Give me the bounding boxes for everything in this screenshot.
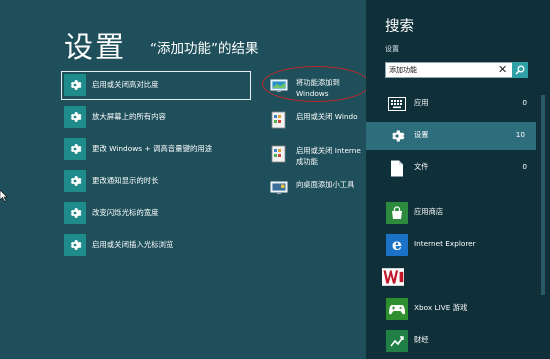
gear-icon — [64, 138, 86, 160]
scope-count: 10 — [515, 130, 525, 139]
search-scope-label: 设置 — [385, 45, 399, 53]
result-label: 更改通知显示的时长 — [92, 176, 159, 185]
result-add-features[interactable]: 将功能添加到 Windows — [270, 74, 370, 102]
results-column-2: 将功能添加到 Windows 启用或关闭 Windo 启用或关闭 Interne… — [270, 74, 370, 210]
result-label: 向桌面添加小工具 — [296, 180, 355, 189]
search-title: 搜索 — [385, 19, 414, 35]
result-desktop-gadgets[interactable]: 向桌面添加小工具 — [270, 176, 370, 204]
file-icon — [386, 157, 408, 179]
result-label: 启用或关闭 Interne 成功能 — [296, 146, 361, 166]
scope-label: 设置 — [414, 130, 429, 139]
app-label: Xbox LIVE 游戏 — [414, 303, 468, 312]
result-notification-time[interactable]: 更改通知显示的时长 — [62, 168, 250, 195]
store-icon — [386, 202, 408, 224]
app-partial-logo[interactable] — [381, 262, 531, 294]
result-internet-features[interactable]: 启用或关闭 Interne 成功能 — [270, 142, 370, 170]
result-label: 改变闪烁光标的宽度 — [92, 208, 159, 217]
w-logo-icon — [382, 266, 404, 288]
result-volume-key[interactable]: 更改 Windows + 调高音量键的用途 — [62, 136, 250, 163]
finance-chart-icon — [386, 330, 408, 352]
app-label: 财经 — [414, 335, 429, 344]
gear-icon — [64, 202, 86, 224]
result-label: 将功能添加到 Windows — [296, 78, 340, 98]
app-finance[interactable]: 财经 — [381, 326, 531, 358]
gear-icon — [64, 106, 86, 128]
scope-settings[interactable]: 设置 10 — [366, 122, 536, 150]
xbox-controller-icon — [386, 298, 408, 320]
search-charm-pane: 搜索 设置 ✕ 应用 0 设置 10 文件 0 应用商店 — [366, 0, 550, 359]
keyboard-icon — [386, 93, 408, 115]
app-internet-explorer[interactable]: e Internet Explorer — [381, 230, 531, 262]
app-xbox-live[interactable]: Xbox LIVE 游戏 — [381, 294, 531, 326]
result-label: 放大屏幕上的所有内容 — [92, 112, 166, 121]
scope-count: 0 — [522, 162, 527, 171]
features-window-icon — [270, 145, 288, 163]
result-magnify-screen[interactable]: 放大屏幕上的所有内容 — [62, 104, 250, 131]
result-cursor-width[interactable]: 改变闪烁光标的宽度 — [62, 200, 250, 227]
app-list: 应用商店 e Internet Explorer Xbox LIVE 游戏 财经 — [381, 198, 531, 358]
app-label: 应用商店 — [414, 207, 444, 216]
app-store[interactable]: 应用商店 — [381, 198, 531, 230]
monitor-icon — [270, 77, 288, 95]
scope-label: 文件 — [414, 162, 429, 171]
scope-count: 0 — [522, 98, 527, 107]
search-icon — [515, 65, 525, 75]
scope-label: 应用 — [414, 98, 429, 107]
gear-icon — [64, 234, 86, 256]
app-label: Internet Explorer — [414, 239, 476, 248]
result-caret-browsing[interactable]: 启用或关闭插入光标浏览 — [62, 232, 250, 259]
result-label: 启用或关闭 Windo — [296, 112, 358, 121]
result-windows-features[interactable]: 启用或关闭 Windo — [270, 108, 370, 136]
search-box: ✕ — [385, 62, 528, 78]
result-label: 更改 Windows + 调高音量键的用途 — [92, 144, 213, 153]
features-window-icon — [270, 111, 288, 129]
scope-apps[interactable]: 应用 0 — [381, 90, 531, 118]
gear-icon — [64, 170, 86, 192]
search-button[interactable] — [512, 62, 528, 78]
scrollbar[interactable] — [541, 95, 545, 295]
gear-icon — [386, 125, 408, 147]
gear-icon — [64, 74, 86, 96]
results-subtitle: “添加功能”的结果 — [150, 41, 259, 57]
mouse-cursor-icon — [0, 190, 8, 202]
results-column-1: 启用或关闭高对比度 放大屏幕上的所有内容 更改 Windows + 调高音量键的… — [61, 71, 251, 264]
result-label: 启用或关闭插入光标浏览 — [92, 240, 174, 249]
page-title: 设置 — [64, 30, 127, 64]
result-label: 启用或关闭高对比度 — [92, 80, 159, 89]
result-high-contrast[interactable]: 启用或关闭高对比度 — [61, 71, 251, 100]
ie-icon: e — [386, 234, 408, 256]
search-results-area: 设置 “添加功能”的结果 启用或关闭高对比度 放大屏幕上的所有内容 更改 Win… — [0, 0, 370, 359]
search-input[interactable] — [389, 64, 493, 76]
gadget-monitor-icon — [270, 179, 288, 197]
clear-icon[interactable]: ✕ — [498, 63, 507, 77]
scope-files[interactable]: 文件 0 — [381, 154, 531, 182]
